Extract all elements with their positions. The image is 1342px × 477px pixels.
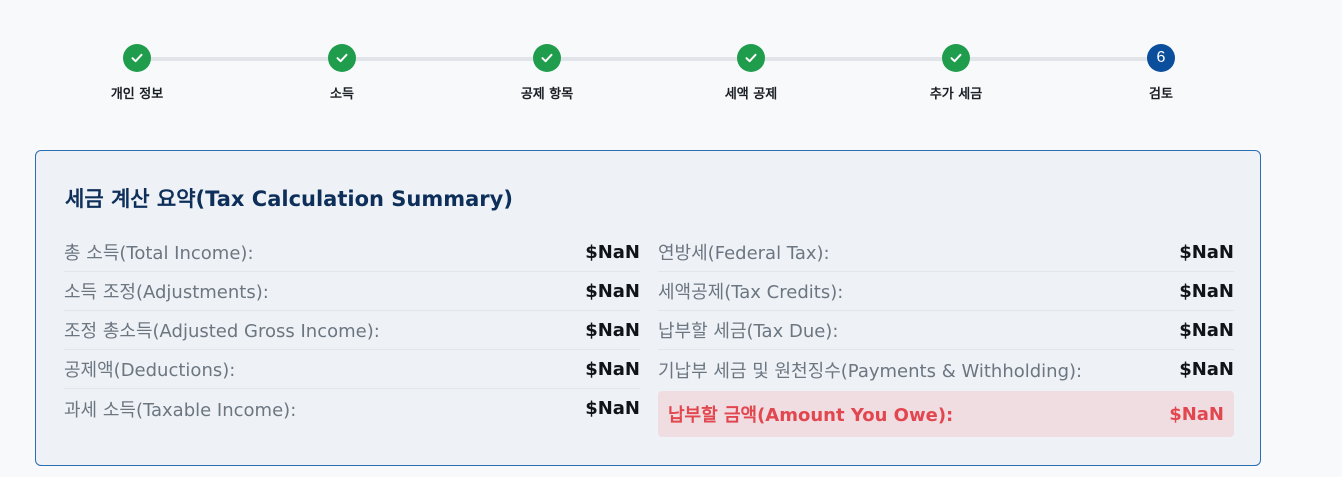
row-value: $NaN — [1179, 241, 1234, 263]
row-value: $NaN — [1179, 319, 1234, 341]
summary-row-payments-withholding: 기납부 세금 및 원천징수(Payments & Withholding): $… — [658, 350, 1234, 389]
amount-owed-label: 납부할 금액(Amount You Owe): — [668, 405, 954, 426]
row-value: $NaN — [1179, 280, 1234, 302]
row-label: 연방세(Federal Tax): — [658, 243, 830, 264]
check-icon — [942, 44, 970, 72]
summary-row-total-income: 총 소득(Total Income): $NaN — [64, 233, 640, 272]
step-label: 세액 공제 — [724, 87, 778, 102]
summary-row-federal-tax: 연방세(Federal Tax): $NaN — [658, 233, 1234, 272]
amount-owed-value: $NaN — [1169, 403, 1224, 425]
summary-right-column: 연방세(Federal Tax): $NaN 세액공제(Tax Credits)… — [658, 233, 1234, 437]
row-label: 조정 총소득(Adjusted Gross Income): — [64, 321, 380, 342]
row-label: 소득 조정(Adjustments): — [64, 282, 269, 303]
row-label: 과세 소득(Taxable Income): — [64, 399, 297, 421]
step-personal-info[interactable]: 개인 정보 — [77, 44, 197, 102]
summary-row-taxable-income: 과세 소득(Taxable Income): $NaN — [64, 389, 640, 428]
row-label: 공제액(Deductions): — [64, 360, 236, 381]
step-income[interactable]: 소득 — [282, 44, 402, 102]
row-value: $NaN — [585, 398, 640, 419]
row-value: $NaN — [1179, 359, 1234, 380]
row-label: 납부할 세금(Tax Due): — [658, 321, 839, 342]
summary-row-agi: 조정 총소득(Adjusted Gross Income): $NaN — [64, 311, 640, 350]
row-label: 세액공제(Tax Credits): — [658, 282, 844, 303]
row-value: $NaN — [585, 319, 640, 341]
step-label: 추가 세금 — [929, 87, 983, 102]
summary-left-column: 총 소득(Total Income): $NaN 소득 조정(Adjustmen… — [64, 233, 640, 428]
step-additional-taxes[interactable]: 추가 세금 — [896, 44, 1016, 102]
step-review[interactable]: 6 검토 — [1101, 44, 1221, 102]
summary-row-tax-credits: 세액공제(Tax Credits): $NaN — [658, 272, 1234, 311]
check-icon — [737, 44, 765, 72]
row-value: $NaN — [585, 241, 640, 263]
tax-summary-card: 세금 계산 요약(Tax Calculation Summary) 총 소득(T… — [35, 150, 1261, 466]
step-label: 공제 항목 — [520, 87, 574, 102]
check-icon — [533, 44, 561, 72]
row-label: 기납부 세금 및 원천징수(Payments & Withholding): — [658, 360, 1083, 382]
check-icon — [328, 44, 356, 72]
row-value: $NaN — [585, 280, 640, 302]
step-label: 소득 — [330, 87, 354, 102]
summary-title: 세금 계산 요약(Tax Calculation Summary) — [65, 187, 513, 211]
row-label: 총 소득(Total Income): — [64, 243, 254, 264]
step-tax-credits[interactable]: 세액 공제 — [691, 44, 811, 102]
step-deductions[interactable]: 공제 항목 — [487, 44, 607, 102]
step-label: 검토 — [1149, 87, 1173, 102]
amount-owed-row: 납부할 금액(Amount You Owe): $NaN — [658, 391, 1234, 437]
summary-row-adjustments: 소득 조정(Adjustments): $NaN — [64, 272, 640, 311]
summary-row-tax-due: 납부할 세금(Tax Due): $NaN — [658, 311, 1234, 350]
check-icon — [123, 44, 151, 72]
summary-row-deductions: 공제액(Deductions): $NaN — [64, 350, 640, 389]
step-number: 6 — [1147, 44, 1175, 72]
progress-stepper: 개인 정보 소득 공제 항목 세액 공제 추가 세금 6 검토 — [0, 0, 1342, 120]
step-label: 개인 정보 — [110, 87, 164, 102]
row-value: $NaN — [585, 358, 640, 380]
